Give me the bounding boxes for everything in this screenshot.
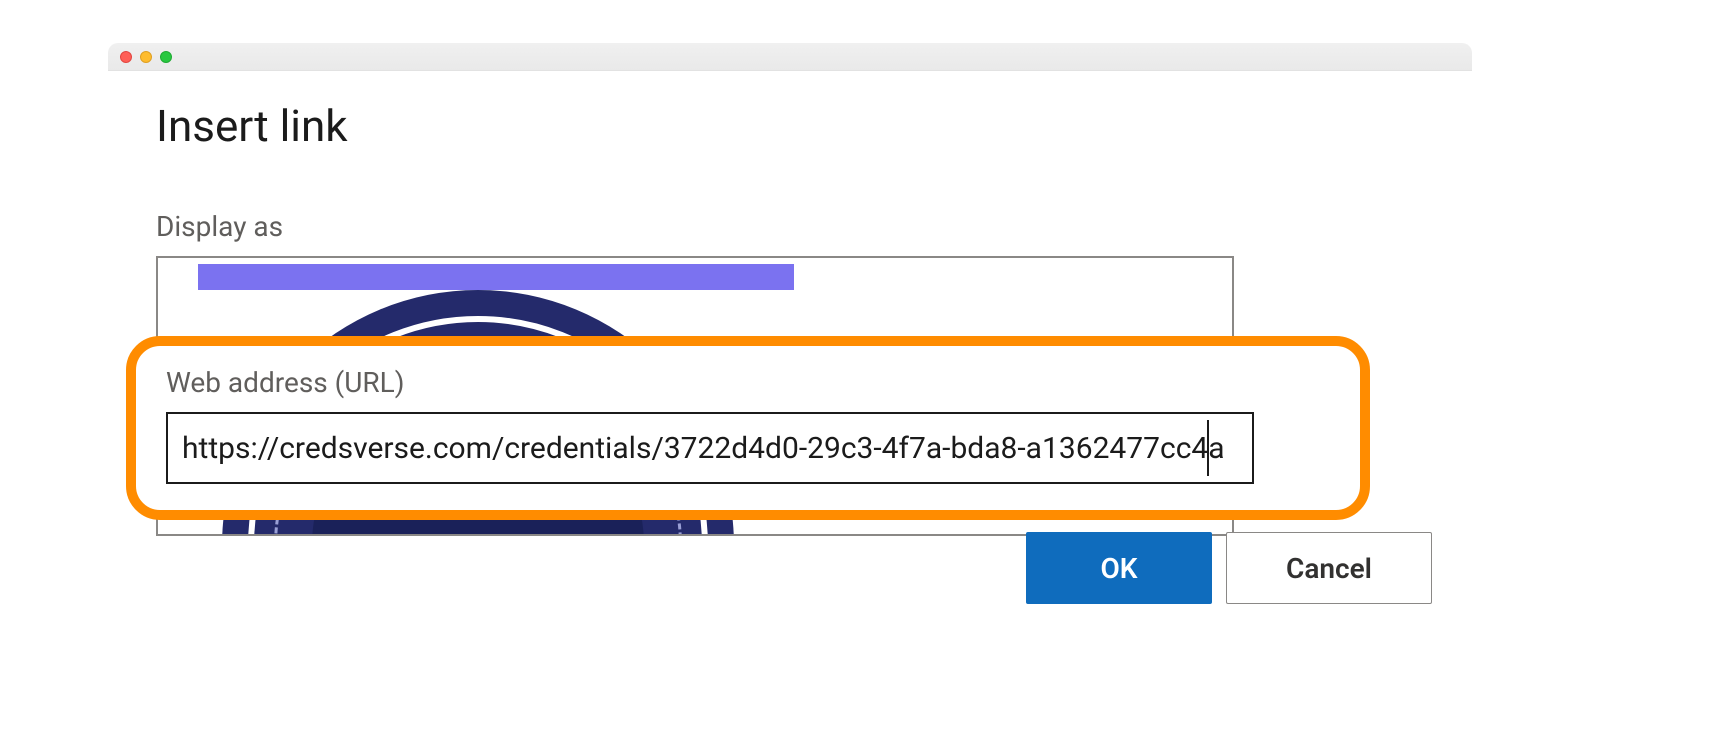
url-label: Web address (URL): [166, 366, 405, 399]
window-titlebar: [108, 43, 1472, 71]
ok-button-label: OK: [1100, 552, 1137, 585]
display-as-label: Display as: [156, 210, 283, 243]
zoom-window-icon[interactable]: [160, 51, 172, 63]
cancel-button[interactable]: Cancel: [1226, 532, 1432, 604]
text-caret-icon: [1207, 420, 1209, 476]
dialog-title: Insert link: [156, 100, 348, 152]
selection-highlight: [198, 264, 794, 290]
dialog-canvas: Insert link Display as Web address (URL)…: [0, 0, 1718, 752]
url-section-highlight: Web address (URL): [126, 336, 1370, 520]
ok-button[interactable]: OK: [1026, 532, 1212, 604]
minimize-window-icon[interactable]: [140, 51, 152, 63]
close-window-icon[interactable]: [120, 51, 132, 63]
url-input[interactable]: [166, 412, 1254, 484]
window-controls: [120, 51, 172, 63]
cancel-button-label: Cancel: [1286, 552, 1372, 585]
